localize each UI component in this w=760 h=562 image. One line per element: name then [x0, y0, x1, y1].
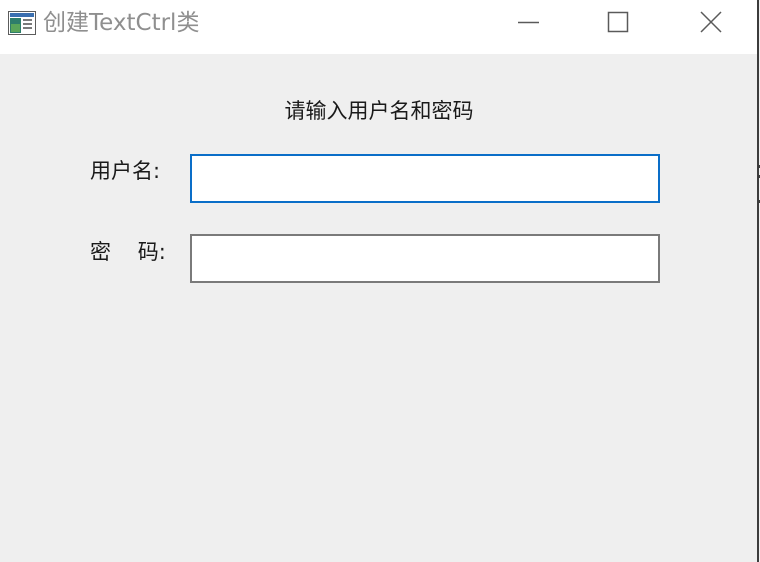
- maximize-button[interactable]: [572, 0, 664, 44]
- password-label: 密 码:: [90, 240, 166, 264]
- title-bar[interactable]: 创建TextCtrl类: [0, 0, 758, 54]
- close-button[interactable]: [665, 0, 757, 44]
- close-icon: [700, 11, 722, 33]
- window-title: 创建TextCtrl类: [43, 10, 200, 36]
- dialog-panel: 请输入用户名和密码 用户名: 密 码:: [0, 54, 758, 562]
- app-window-icon: [8, 11, 36, 35]
- username-input[interactable]: [190, 154, 660, 203]
- window-border: [757, 0, 759, 562]
- app-window: 创建TextCtrl类 请输入用户名和密码 用户名: 密 码:: [0, 0, 760, 562]
- prompt-text: 请输入用户名和密码: [284, 99, 474, 123]
- maximize-icon: [607, 11, 629, 33]
- minimize-icon: [518, 21, 539, 24]
- minimize-button[interactable]: [482, 0, 574, 44]
- username-label: 用户名:: [90, 159, 161, 183]
- password-input[interactable]: [190, 234, 660, 283]
